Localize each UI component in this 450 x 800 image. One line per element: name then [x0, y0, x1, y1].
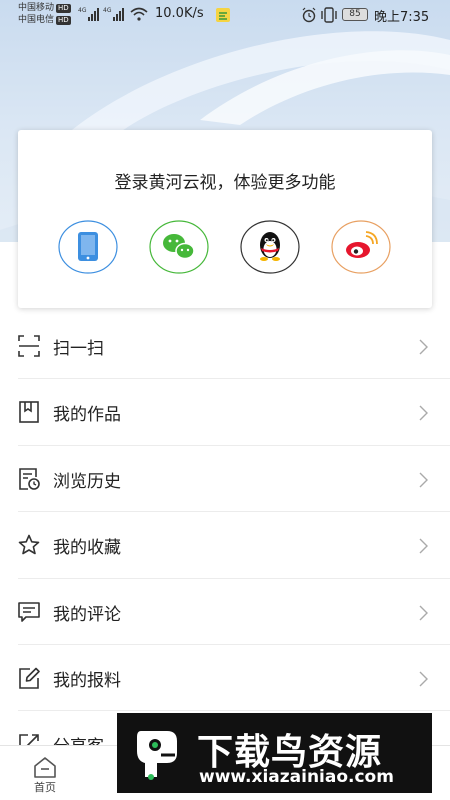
- wechat-login-button[interactable]: [149, 220, 209, 274]
- comment-icon: [18, 601, 40, 622]
- hd-badge: HD: [56, 4, 71, 13]
- wechat-icon: [149, 220, 209, 274]
- network-speed: 10.0K/s: [155, 6, 204, 21]
- home-icon: [34, 757, 56, 778]
- chevron-right-icon: [419, 472, 428, 488]
- login-card-title: 登录黄河云视，体验更多功能: [114, 173, 336, 193]
- login-card: 登录黄河云视，体验更多功能: [18, 130, 432, 308]
- app-notification-icon: [216, 8, 230, 22]
- hd-badge: HD: [56, 16, 71, 25]
- watermark-banner: 下载鸟资源 www.xiazainiao.com: [117, 713, 432, 793]
- qq-login-button[interactable]: [240, 220, 300, 274]
- carrier-1-label: 中国移动: [18, 3, 55, 13]
- menu-item-label: 我的作品: [53, 405, 121, 426]
- weibo-icon: [331, 220, 391, 274]
- menu-item-label: 浏览历史: [53, 471, 121, 492]
- signal-icon: 4G: [103, 7, 124, 21]
- phone-icon: [58, 220, 118, 274]
- menu-item-label: 我的收藏: [53, 538, 121, 559]
- carrier-2: 中国电信 HD: [18, 15, 71, 25]
- wifi-icon: [130, 7, 148, 21]
- star-icon: [18, 534, 40, 555]
- carrier-2-label: 中国电信: [18, 15, 55, 25]
- menu-item-scan[interactable]: 扫一扫: [18, 313, 450, 380]
- qq-icon: [240, 220, 300, 274]
- weibo-login-button[interactable]: [331, 220, 391, 274]
- menu-item-label: 我的评论: [53, 604, 121, 625]
- scan-icon: [18, 335, 40, 357]
- bird-logo-icon: [137, 731, 177, 780]
- carrier-1: 中国移动 HD: [18, 3, 71, 13]
- signal-icon: 4G: [78, 7, 99, 21]
- chevron-right-icon: [419, 671, 428, 687]
- chevron-right-icon: [419, 605, 428, 621]
- alarm-icon: [302, 7, 316, 23]
- tab-home-label: 首页: [34, 781, 56, 794]
- chevron-right-icon: [419, 405, 428, 421]
- watermark-url: www.xiazainiao.com: [199, 767, 394, 787]
- menu-item-label: 我的报料: [53, 670, 121, 691]
- chevron-right-icon: [419, 538, 428, 554]
- net-type-label: 4G: [103, 7, 112, 14]
- menu-item-reports[interactable]: 我的报料: [18, 645, 450, 712]
- menu-item-favorites[interactable]: 我的收藏: [18, 512, 450, 579]
- phone-login-button[interactable]: [58, 220, 118, 274]
- status-bar: 中国移动 HD 中国电信 HD 4G 4G 10.0K/s 85 晚上7:35: [0, 0, 450, 30]
- chevron-right-icon: [419, 339, 428, 355]
- history-icon: [19, 467, 40, 490]
- vibrate-icon: [321, 7, 337, 23]
- menu-item-comments[interactable]: 我的评论: [18, 579, 450, 645]
- menu-item-label: 扫一扫: [53, 339, 104, 359]
- bookmark-icon: [19, 401, 39, 424]
- menu-item-history[interactable]: 浏览历史: [18, 446, 450, 513]
- edit-icon: [19, 667, 40, 689]
- tab-home[interactable]: 首页: [15, 746, 75, 800]
- battery-indicator: 85: [342, 8, 368, 21]
- net-type-label: 4G: [78, 7, 87, 14]
- menu-item-my-works[interactable]: 我的作品: [18, 379, 450, 446]
- clock: 晚上7:35: [374, 10, 430, 25]
- menu-list: 扫一扫 我的作品 浏览历史 我的收藏 我的评论 我的报料: [0, 313, 450, 778]
